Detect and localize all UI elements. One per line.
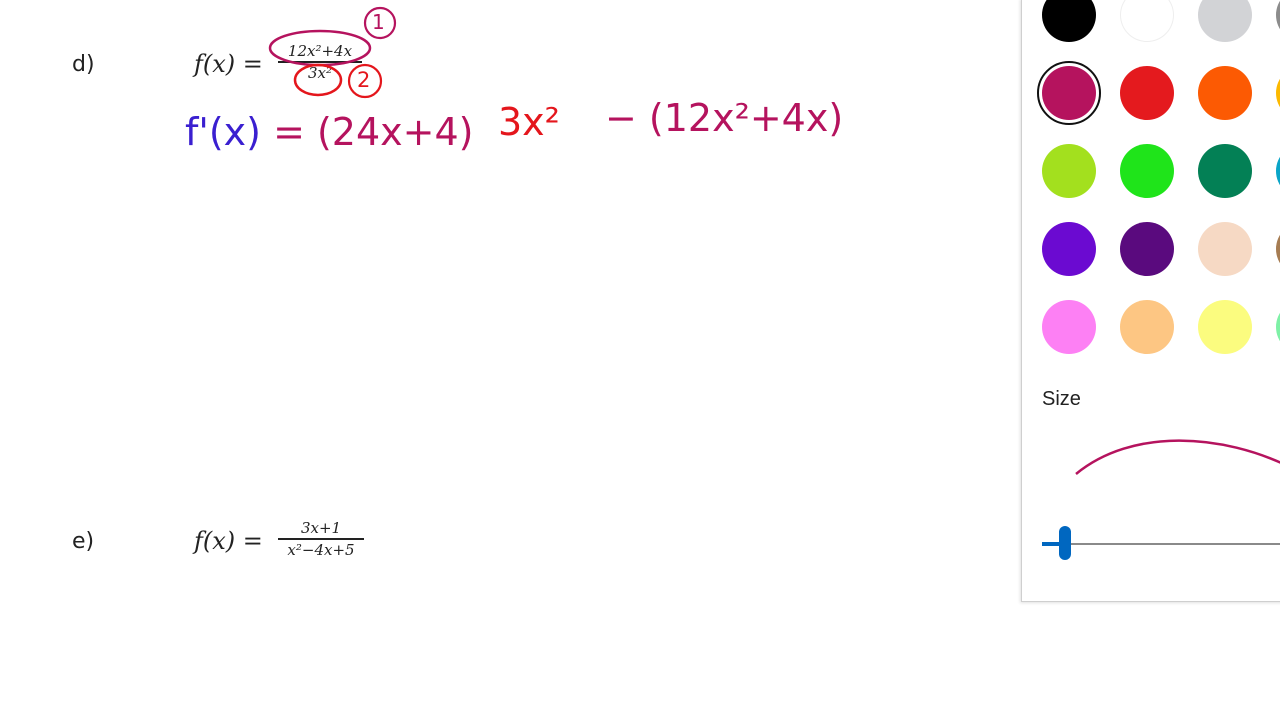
problem-e-label: e) bbox=[72, 529, 95, 554]
color-swatch-purple[interactable] bbox=[1042, 222, 1096, 276]
circle-two-text: 2 bbox=[357, 68, 371, 92]
color-swatch-green[interactable] bbox=[1120, 144, 1174, 198]
color-swatch-teal-green[interactable] bbox=[1198, 144, 1252, 198]
color-swatch-light-yellow[interactable] bbox=[1198, 300, 1252, 354]
derivative-red-term: 3x² bbox=[498, 100, 560, 144]
size-slider-track[interactable] bbox=[1042, 543, 1280, 545]
problem-d-lhs: f(x) = bbox=[194, 50, 263, 78]
problem-e-numerator: 3x+1 bbox=[300, 519, 342, 537]
derivative-rest: − (12x²+4x) bbox=[605, 96, 844, 140]
problem-d-label: d) bbox=[72, 52, 95, 77]
circle-one-text: 1 bbox=[372, 10, 385, 34]
color-swatch-light-gray[interactable] bbox=[1198, 0, 1252, 42]
problem-d-fraction: 12x²+4x 3x² bbox=[278, 42, 362, 82]
color-swatch-tan[interactable] bbox=[1276, 222, 1280, 276]
color-swatch-dark-purple[interactable] bbox=[1120, 222, 1174, 276]
color-swatch-black[interactable] bbox=[1042, 0, 1096, 42]
color-swatch-amber[interactable] bbox=[1276, 66, 1280, 120]
color-swatch-white[interactable] bbox=[1120, 0, 1174, 42]
color-swatch-gray[interactable] bbox=[1276, 0, 1280, 42]
pen-settings-panel: Size bbox=[1021, 0, 1280, 602]
derivative-lhs: f'(x) = (24x+4) bbox=[185, 110, 474, 154]
problem-e-fraction: 3x+1 x²−4x+5 bbox=[278, 519, 364, 559]
color-swatch-light-orange[interactable] bbox=[1120, 300, 1174, 354]
color-swatch-mint[interactable] bbox=[1276, 300, 1280, 354]
color-swatch-pink[interactable] bbox=[1042, 300, 1096, 354]
problem-e-denominator: x²−4x+5 bbox=[287, 540, 355, 559]
size-slider-thumb[interactable] bbox=[1059, 526, 1071, 560]
color-swatch-orange[interactable] bbox=[1198, 66, 1252, 120]
stroke-preview-curve bbox=[1075, 439, 1280, 475]
color-swatch-peach[interactable] bbox=[1198, 222, 1252, 276]
size-label: Size bbox=[1042, 388, 1081, 410]
stroke-size-preview bbox=[1075, 439, 1280, 475]
color-swatch-lime[interactable] bbox=[1042, 144, 1096, 198]
fraction-bar bbox=[278, 538, 364, 540]
problem-d-numerator: 12x²+4x bbox=[287, 42, 353, 60]
color-swatch-red[interactable] bbox=[1120, 66, 1174, 120]
color-swatch-magenta[interactable] bbox=[1037, 61, 1101, 125]
color-swatch-cyan[interactable] bbox=[1276, 144, 1280, 198]
fraction-bar bbox=[278, 61, 362, 63]
problem-e-lhs: f(x) = bbox=[194, 527, 263, 555]
problem-d-denominator: 3x² bbox=[307, 63, 333, 82]
